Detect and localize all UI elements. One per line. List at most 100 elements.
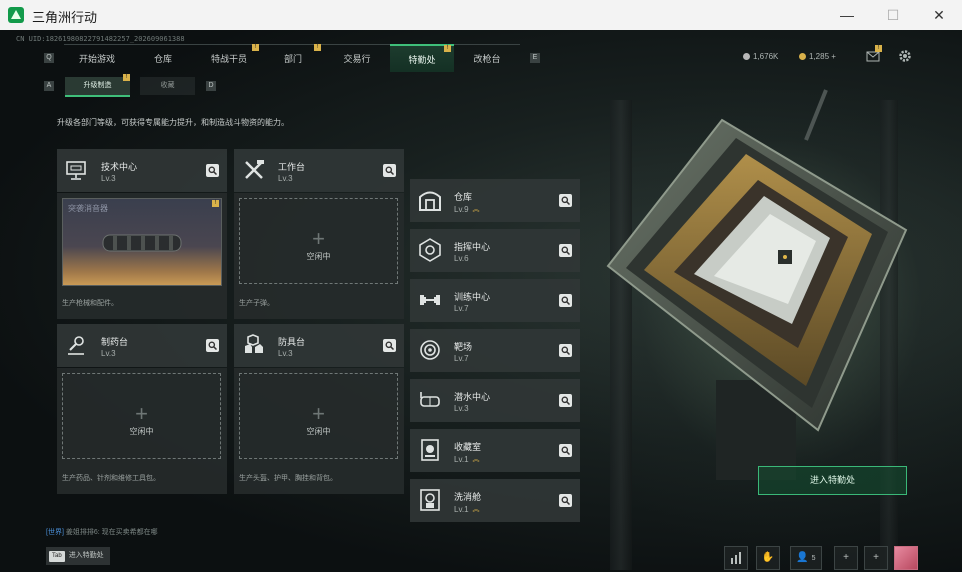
facility-level-text: Lv.1: [454, 505, 469, 514]
workshop-name: 工作台: [278, 162, 306, 172]
nav-tab-badge: !: [314, 44, 321, 51]
minimize-button[interactable]: —: [824, 0, 870, 30]
nav-tab-6[interactable]: 改枪台: [454, 44, 520, 71]
nav-tab-3[interactable]: 部门!: [262, 44, 324, 71]
currency-coin1-value: 1,676K: [753, 52, 779, 61]
subnav-next-key[interactable]: D: [206, 81, 216, 91]
workshop-level: Lv.3: [278, 349, 293, 358]
maximize-button[interactable]: ☐: [870, 0, 916, 30]
workshop-card[interactable]: 技术中心 Lv.3: [57, 149, 227, 192]
warehouse-icon: [418, 188, 444, 214]
workshop-name: 防具台: [278, 337, 306, 347]
nav-next-key[interactable]: E: [530, 53, 540, 63]
hazmat-icon: [418, 488, 444, 514]
facility-level: Lv.7: [454, 354, 469, 363]
search-icon[interactable]: [559, 344, 572, 357]
gold-coin-icon: [799, 53, 806, 60]
search-icon[interactable]: [559, 494, 572, 507]
nav-tab-label: 特勤处: [408, 55, 436, 65]
app-logo-icon: [8, 7, 24, 23]
nav-tab-label: 部门: [283, 54, 302, 64]
computer-icon: [65, 158, 91, 184]
facility-name: 潜水中心: [454, 392, 491, 402]
chat-message: 姜姐排排6: 现在买卖希都在哪: [65, 529, 158, 536]
game-viewport: CN UID:18261980822791482257_202609061388…: [0, 30, 962, 572]
facility-card[interactable]: 靶场 Lv.7: [410, 329, 580, 372]
nav-tab-0[interactable]: 开始游戏: [64, 44, 130, 71]
window-title: 三角洲行动: [32, 10, 98, 25]
facility-card[interactable]: 训练中心 Lv.7: [410, 279, 580, 322]
nav-tab-label: 特战干员: [210, 54, 247, 64]
subtab-collection[interactable]: 收藏: [140, 77, 195, 95]
facility-level-text: Lv.3: [454, 404, 469, 413]
nav-tab-1[interactable]: 仓库: [130, 44, 196, 71]
avatar[interactable]: [894, 546, 918, 570]
facility-name: 靶场: [454, 342, 473, 352]
workshop-card[interactable]: 制药台 Lv.3: [57, 324, 227, 367]
workshop-production-panel: + 空闲中 生产头盔、护甲、胸挂和背包。: [234, 368, 404, 494]
search-icon[interactable]: [383, 339, 396, 352]
workshop-name: 制药台: [101, 337, 129, 347]
diving-icon: [418, 388, 444, 414]
search-icon[interactable]: [206, 164, 219, 177]
mail-icon[interactable]: !: [866, 45, 882, 62]
facility-card[interactable]: 指挥中心 Lv.6: [410, 229, 580, 272]
gear-icon[interactable]: [898, 49, 912, 63]
close-button[interactable]: ✕: [916, 0, 962, 30]
add-currency-button[interactable]: +: [831, 52, 836, 61]
subtab-upgrade-craft[interactable]: 升级制造!: [65, 74, 130, 97]
add-party-button[interactable]: +: [834, 546, 858, 570]
add-party-button-2[interactable]: +: [864, 546, 888, 570]
search-icon[interactable]: [383, 164, 396, 177]
workshop-card[interactable]: 防具台 Lv.3: [234, 324, 404, 367]
subtab-badge: !: [123, 74, 130, 81]
workshop-card[interactable]: 工作台 Lv.3: [234, 149, 404, 192]
tab-hint[interactable]: Tab 进入特勤处: [46, 547, 110, 565]
facility-card[interactable]: 仓库 Lv.9 ︽: [410, 179, 580, 222]
workshop-level: Lv.3: [101, 174, 116, 183]
workshop-name: 技术中心: [101, 162, 138, 172]
dumbbell-icon: [418, 288, 444, 314]
upgrade-arrow-icon: ︽: [472, 456, 480, 463]
upgrade-arrow-icon: ︽: [472, 506, 480, 513]
friends-button[interactable]: 👤 5: [790, 546, 822, 570]
subnav-prev-key[interactable]: A: [44, 81, 54, 91]
workshop-production-panel: 突袭消音器! 生产枪械和配件。: [57, 193, 227, 319]
search-icon[interactable]: [559, 194, 572, 207]
facility-card[interactable]: 收藏室 Lv.1 ︽: [410, 429, 580, 472]
search-icon[interactable]: [559, 294, 572, 307]
enter-special-ops-button[interactable]: 进入特勤处: [758, 466, 907, 495]
world-chat-line[interactable]: [世界] 姜姐排排6: 现在买卖希都在哪: [46, 527, 158, 537]
product-image[interactable]: 突袭消音器!: [62, 198, 222, 286]
workshop-production-panel: + 空闲中 生产子弹。: [234, 193, 404, 319]
empty-production-slot[interactable]: + 空闲中: [239, 373, 398, 459]
facility-card[interactable]: 潜水中心 Lv.3: [410, 379, 580, 422]
empty-production-slot[interactable]: + 空闲中: [239, 198, 398, 284]
workshop-level: Lv.3: [101, 349, 116, 358]
facility-card[interactable]: 洗消舱 Lv.1 ︽: [410, 479, 580, 522]
search-icon[interactable]: [206, 339, 219, 352]
product-badge: !: [212, 200, 219, 207]
empty-production-slot[interactable]: + 空闲中: [62, 373, 221, 459]
nav-tab-label: 开始游戏: [78, 54, 115, 64]
nav-tab-5[interactable]: 特勤处!: [390, 44, 454, 72]
search-icon[interactable]: [559, 444, 572, 457]
stats-icon[interactable]: [724, 546, 748, 570]
facility-level-text: Lv.6: [454, 254, 469, 263]
command-icon: [418, 238, 444, 264]
facility-name: 训练中心: [454, 292, 491, 302]
search-icon[interactable]: [559, 394, 572, 407]
friends-count: 5: [811, 555, 816, 562]
nav-prev-key[interactable]: Q: [44, 53, 54, 63]
nav-tab-2[interactable]: 特战干员!: [196, 44, 262, 71]
handshake-icon[interactable]: ✋: [756, 546, 780, 570]
nav-tab-4[interactable]: 交易行: [324, 44, 390, 71]
nav-tab-label: 仓库: [153, 54, 172, 64]
workshop-level: Lv.3: [278, 174, 293, 183]
tools-icon: [242, 158, 268, 184]
search-icon[interactable]: [559, 244, 572, 257]
facility-name: 仓库: [454, 192, 473, 202]
facility-level: Lv.7: [454, 304, 469, 313]
workshop-production-panel: + 空闲中 生产药品、针剂和维修工具包。: [57, 368, 227, 494]
vault-cube-illustration: [606, 89, 908, 480]
